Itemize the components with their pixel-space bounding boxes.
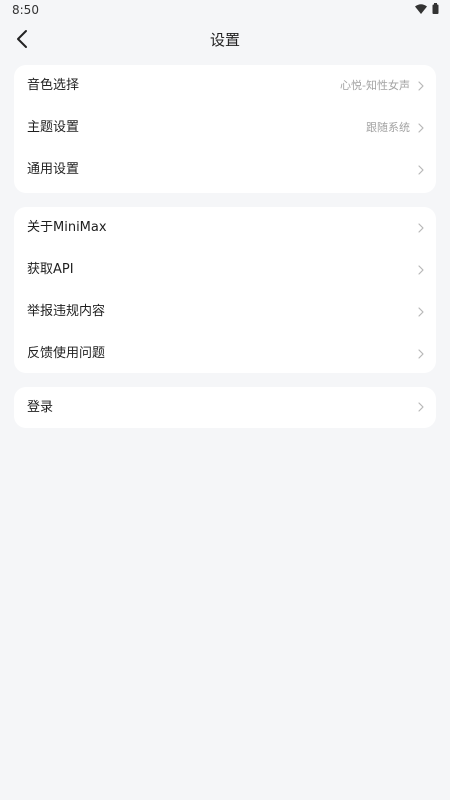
report-content-row[interactable]: 举报违规内容 bbox=[14, 291, 436, 333]
chevron-right-icon bbox=[418, 81, 424, 91]
settings-group-1: 音色选择 心悦-知性女声 主题设置 跟随系统 通用设置 bbox=[14, 65, 436, 193]
row-label: 音色选择 bbox=[27, 78, 80, 93]
login-row[interactable]: 登录 bbox=[14, 387, 436, 428]
header: 设置 bbox=[0, 20, 450, 58]
row-label: 反馈使用问题 bbox=[27, 346, 106, 361]
status-icons bbox=[415, 3, 439, 14]
chevron-right-icon bbox=[418, 165, 424, 175]
chevron-right-icon bbox=[418, 123, 424, 133]
chevron-right-icon bbox=[418, 402, 424, 412]
status-time: 8:50 bbox=[12, 3, 39, 17]
feedback-row[interactable]: 反馈使用问题 bbox=[14, 333, 436, 373]
battery-icon bbox=[432, 3, 439, 14]
row-value: 心悦-知性女声 bbox=[340, 79, 410, 92]
get-api-row[interactable]: 获取API bbox=[14, 249, 436, 291]
voice-selection-row[interactable]: 音色选择 心悦-知性女声 bbox=[14, 65, 436, 107]
row-label: 关于MiniMax bbox=[27, 220, 107, 235]
chevron-right-icon bbox=[418, 307, 424, 317]
row-value: 跟随系统 bbox=[366, 121, 410, 134]
theme-settings-row[interactable]: 主题设置 跟随系统 bbox=[14, 107, 436, 149]
row-label: 通用设置 bbox=[27, 162, 80, 177]
page-title: 设置 bbox=[209, 31, 240, 49]
status-bar: 8:50 bbox=[0, 0, 450, 20]
row-label: 登录 bbox=[27, 400, 54, 415]
row-label: 获取API bbox=[27, 262, 74, 277]
chevron-right-icon bbox=[418, 265, 424, 275]
settings-group-2: 关于MiniMax 获取API 举报违规内容 反馈使用问题 bbox=[14, 207, 436, 373]
wifi-icon bbox=[415, 3, 427, 14]
row-label: 举报违规内容 bbox=[27, 304, 106, 319]
row-label: 主题设置 bbox=[27, 120, 80, 135]
chevron-right-icon bbox=[418, 349, 424, 359]
chevron-right-icon bbox=[418, 223, 424, 233]
about-minimax-row[interactable]: 关于MiniMax bbox=[14, 207, 436, 249]
settings-group-3: 登录 bbox=[14, 387, 436, 428]
general-settings-row[interactable]: 通用设置 bbox=[14, 149, 436, 191]
